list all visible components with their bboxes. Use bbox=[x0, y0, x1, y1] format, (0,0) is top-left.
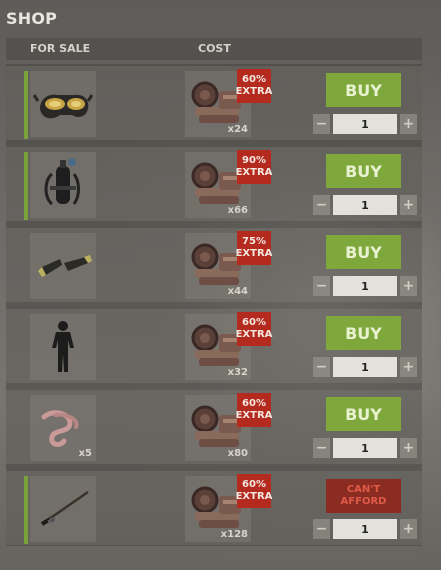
decrease-quantity-button[interactable]: − bbox=[313, 276, 330, 296]
extra-cost-badge: 60% EXTRA bbox=[235, 312, 273, 346]
buy-button[interactable]: BUY bbox=[326, 235, 401, 269]
quantity-input[interactable]: 1 bbox=[333, 357, 397, 377]
cost-quantity: x128 bbox=[220, 529, 248, 540]
extra-label: EXTRA bbox=[235, 329, 273, 340]
increase-quantity-button[interactable]: + bbox=[400, 114, 417, 134]
shop-row: x128 60% EXTRA CAN'T AFFORD − 1 + bbox=[6, 471, 422, 545]
shop-column-header: FOR SALE COST bbox=[6, 38, 422, 60]
item-quantity: x5 bbox=[78, 448, 92, 459]
extra-label: EXTRA bbox=[235, 491, 273, 502]
cost-quantity: x66 bbox=[227, 205, 248, 216]
cant-afford-line2: AFFORD bbox=[340, 496, 387, 507]
diving-tank-icon bbox=[44, 158, 80, 206]
cant-afford-button[interactable]: CAN'T AFFORD bbox=[326, 479, 401, 513]
buy-button[interactable]: BUY bbox=[326, 73, 401, 107]
buy-button[interactable]: BUY bbox=[326, 397, 401, 431]
extra-label: EXTRA bbox=[235, 86, 273, 97]
decrease-quantity-button[interactable]: − bbox=[313, 357, 330, 377]
extra-cost-badge: 60% EXTRA bbox=[235, 69, 273, 103]
extra-cost-badge: 60% EXTRA bbox=[235, 474, 273, 508]
diving-mask-icon bbox=[32, 94, 94, 119]
extra-label: EXTRA bbox=[235, 410, 273, 421]
cost-column-label: COST bbox=[198, 42, 231, 55]
buy-button[interactable]: BUY bbox=[326, 316, 401, 350]
quantity-input[interactable]: 1 bbox=[333, 195, 397, 215]
cant-afford-line1: CAN'T bbox=[346, 484, 381, 495]
item-slot[interactable] bbox=[30, 233, 96, 299]
item-slot[interactable] bbox=[30, 476, 96, 542]
decrease-quantity-button[interactable]: − bbox=[313, 195, 330, 215]
decrease-quantity-button[interactable]: − bbox=[313, 519, 330, 539]
extra-percent: 60% bbox=[242, 479, 266, 490]
shop-row: x66 90% EXTRA BUY − 1 + bbox=[6, 147, 422, 221]
cost-quantity: x44 bbox=[227, 286, 248, 297]
quantity-input[interactable]: 1 bbox=[333, 519, 397, 539]
quantity-stepper: − 1 + bbox=[313, 519, 417, 539]
quantity-stepper: − 1 + bbox=[313, 357, 417, 377]
extra-percent: 60% bbox=[242, 317, 266, 328]
quantity-stepper: − 1 + bbox=[313, 438, 417, 458]
item-slot[interactable] bbox=[30, 71, 96, 137]
cost-quantity: x80 bbox=[227, 448, 248, 459]
item-slot[interactable] bbox=[30, 152, 96, 218]
diving-fins-icon bbox=[38, 255, 92, 277]
item-slot[interactable]: x5 bbox=[30, 395, 96, 461]
increase-quantity-button[interactable]: + bbox=[400, 195, 417, 215]
row-accent-bar bbox=[24, 71, 28, 139]
wetsuit-icon bbox=[52, 321, 74, 372]
extra-percent: 60% bbox=[242, 398, 266, 409]
shop-row: x44 75% EXTRA BUY − 1 + bbox=[6, 228, 422, 302]
row-accent-bar bbox=[24, 476, 28, 544]
fishing-rod-icon bbox=[40, 490, 89, 526]
buy-button[interactable]: BUY bbox=[326, 154, 401, 188]
shop-row: x5 x80 60% EXTRA BUY − 1 + bbox=[6, 390, 422, 464]
cost-quantity: x24 bbox=[227, 124, 248, 135]
extra-percent: 60% bbox=[242, 74, 266, 85]
shop-row: x24 60% EXTRA BUY − 1 + bbox=[6, 66, 422, 140]
item-slot[interactable] bbox=[30, 314, 96, 380]
row-accent-bar bbox=[24, 152, 28, 220]
shop-row: x32 60% EXTRA BUY − 1 + bbox=[6, 309, 422, 383]
extra-percent: 90% bbox=[242, 155, 266, 166]
quantity-stepper: − 1 + bbox=[313, 114, 417, 134]
extra-cost-badge: 75% EXTRA bbox=[235, 231, 273, 265]
quantity-input[interactable]: 1 bbox=[333, 114, 397, 134]
quantity-input[interactable]: 1 bbox=[333, 276, 397, 296]
increase-quantity-button[interactable]: + bbox=[400, 276, 417, 296]
extra-percent: 75% bbox=[242, 236, 266, 247]
increase-quantity-button[interactable]: + bbox=[400, 438, 417, 458]
extra-label: EXTRA bbox=[235, 248, 273, 259]
decrease-quantity-button[interactable]: − bbox=[313, 438, 330, 458]
increase-quantity-button[interactable]: + bbox=[400, 357, 417, 377]
cost-quantity: x32 bbox=[227, 367, 248, 378]
decrease-quantity-button[interactable]: − bbox=[313, 114, 330, 134]
extra-cost-badge: 90% EXTRA bbox=[235, 150, 273, 184]
extra-cost-badge: 60% EXTRA bbox=[235, 393, 273, 427]
extra-label: EXTRA bbox=[235, 167, 273, 178]
increase-quantity-button[interactable]: + bbox=[400, 519, 417, 539]
shop-title: SHOP bbox=[6, 9, 58, 28]
for-sale-column-label: FOR SALE bbox=[30, 42, 91, 55]
quantity-stepper: − 1 + bbox=[313, 195, 417, 215]
quantity-stepper: − 1 + bbox=[313, 276, 417, 296]
quantity-input[interactable]: 1 bbox=[333, 438, 397, 458]
